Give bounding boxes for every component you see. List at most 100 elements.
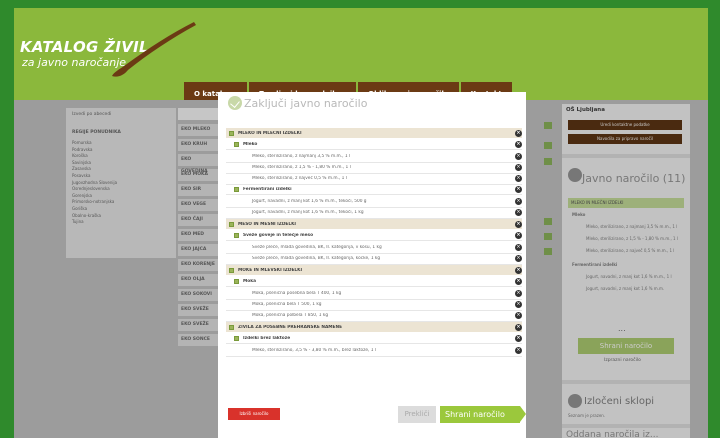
remove-icon[interactable]: × — [515, 220, 522, 228]
product-item[interactable]: EKO MOKA — [178, 169, 218, 181]
order-subcategory-row: Sveže goveje in telečje meso × — [226, 231, 522, 241]
order-subcategory-row: Izdelki brez laktoze × — [226, 334, 522, 344]
product-list: EKO MLEKO EKO KRUH EKO GOVEDINA EKO MOKA… — [178, 124, 218, 349]
excluded-lots-empty: Seznam je prazen. — [568, 413, 606, 418]
order-subcategory-row: Fermentirani izdelki × — [226, 185, 522, 195]
region-item[interactable]: Osrednjeslovenska — [72, 186, 117, 193]
modal-header: Zaključi javno naročilo — [228, 96, 367, 110]
product-item[interactable]: EKO SONCE — [178, 334, 218, 346]
region-item[interactable]: Koroška — [72, 153, 117, 160]
order-row-label: Moka, pšenična polbela T 850, 1 kg — [252, 313, 329, 319]
expand-icon[interactable] — [234, 336, 239, 341]
expand-icon[interactable] — [229, 130, 234, 136]
save-order-button[interactable]: Shrani naročilo — [440, 406, 526, 423]
delete-order-button[interactable]: Izbriši naročilo — [228, 408, 280, 420]
product-item[interactable]: EKO SOKOVI — [178, 289, 218, 301]
remove-icon[interactable]: × — [515, 255, 522, 263]
expand-icon[interactable] — [234, 142, 239, 147]
remove-icon[interactable]: × — [515, 301, 522, 309]
remove-icon[interactable]: × — [515, 186, 522, 193]
expand-icon[interactable] — [229, 221, 234, 227]
sidebar-save-button[interactable]: Shrani naročilo — [578, 338, 674, 354]
remove-icon[interactable]: × — [515, 232, 522, 239]
cancel-button[interactable]: Prekliči — [398, 406, 436, 423]
region-item[interactable]: Tujina — [72, 219, 117, 226]
remove-icon[interactable]: × — [515, 323, 522, 331]
summary-item: Mleko, sterilizirano, z 1,5 % - 1,80 % m… — [586, 236, 678, 241]
region-item[interactable]: Goriška — [72, 206, 117, 213]
add-marker[interactable] — [544, 122, 552, 129]
expand-icon[interactable] — [234, 233, 239, 238]
product-item[interactable]: EKO KRUH — [178, 139, 218, 151]
product-item[interactable]: EKO KORENJE — [178, 259, 218, 271]
remove-icon[interactable]: × — [515, 141, 522, 148]
product-item[interactable]: EKO SVEŽE — [178, 304, 218, 316]
region-item[interactable]: Zasavska — [72, 166, 117, 173]
remove-icon[interactable]: × — [515, 278, 522, 285]
remove-icon[interactable]: × — [515, 335, 522, 342]
order-row-label: Jogurt, navadni, z manj kot 1,6 % m.m., … — [252, 210, 364, 216]
clear-order-link[interactable]: Izprazni naročilo — [604, 358, 641, 363]
product-item[interactable]: EKO MED — [178, 229, 218, 241]
order-item-row: Mleko, sterilizirano, z najmanj 3,5 % m.… — [226, 152, 522, 163]
region-item[interactable]: Jugovzhodna Slovenija — [72, 180, 117, 187]
region-item[interactable]: Pomurska — [72, 140, 117, 147]
order-row-label: Sveže pleče, mlada govedina, BK, II. kat… — [252, 256, 381, 262]
remove-icon[interactable]: × — [515, 290, 522, 298]
spoon-icon — [112, 22, 196, 77]
add-marker[interactable] — [544, 158, 552, 165]
region-item[interactable]: Podravska — [72, 147, 117, 154]
region-item[interactable]: Savinjska — [72, 160, 117, 167]
order-subcategory-row: Mleko × — [226, 140, 522, 150]
edit-contact-button[interactable]: Uredi kontaktne podatke — [568, 120, 682, 130]
product-item[interactable]: EKO JAJCA — [178, 244, 218, 256]
order-category-row: ŽIVILA ZA POSEBNE PREHRANSKE NAMENE × — [226, 322, 522, 332]
region-item[interactable]: Obalno-kraška — [72, 213, 117, 220]
remove-icon[interactable]: × — [515, 129, 522, 137]
region-item[interactable]: Gorenjska — [72, 193, 117, 200]
remove-icon[interactable]: × — [515, 153, 522, 161]
remove-icon[interactable]: × — [515, 164, 522, 172]
product-item[interactable]: EKO VEGE — [178, 199, 218, 211]
remove-icon[interactable]: × — [515, 266, 522, 274]
summary-item: Jogurt, navadni, z manj kot 1,6 % m.m., … — [586, 274, 672, 279]
region-item[interactable]: Posavska — [72, 173, 117, 180]
product-item[interactable]: EKO MLEKO — [178, 124, 218, 136]
product-item[interactable]: EKO SIR — [178, 184, 218, 196]
add-marker[interactable] — [544, 233, 552, 240]
excluded-lots-box: Izločeni sklopi Seznam je prazen. — [562, 384, 690, 424]
summary-sub: Fermentirani izdelki — [572, 262, 618, 267]
region-item[interactable]: Primorsko-notranjska — [72, 199, 117, 206]
order-row-label: Sveže pleče, mlada govedina, BK, II. kat… — [252, 245, 382, 251]
summary-item: Mleko, sterilizirano, z najmanj 3,5 % m.… — [586, 224, 678, 229]
expand-icon[interactable] — [234, 187, 239, 192]
product-item[interactable]: EKO ČAJI — [178, 214, 218, 226]
add-marker[interactable] — [544, 142, 552, 149]
expand-icon[interactable] — [234, 279, 239, 284]
remove-icon[interactable]: × — [515, 347, 522, 355]
order-row-label: Izdelki brez laktoze — [243, 336, 291, 341]
remove-icon[interactable]: × — [515, 198, 522, 206]
product-item[interactable]: EKO OLJA — [178, 274, 218, 286]
remove-icon[interactable]: × — [515, 209, 522, 217]
summary-item: Mleko, sterilizirano, z največ 0,5 % m.m… — [586, 248, 675, 253]
remove-icon[interactable]: × — [515, 244, 522, 252]
order-row-label: Mleko, sterilizirano, z največ 0,5 % m.m… — [252, 176, 347, 182]
order-item-row: Sveže pleče, mlada govedina, BK, II. kat… — [226, 243, 522, 254]
remove-icon[interactable]: × — [515, 312, 522, 320]
expand-icon[interactable] — [229, 324, 234, 330]
remove-icon[interactable]: × — [515, 175, 522, 183]
order-row-label: Mleko, sterilizirano, z 1,5 % - 1,80 % m… — [252, 165, 351, 171]
order-row-label: ŽIVILA ZA POSEBNE PREHRANSKE NAMENE — [238, 324, 343, 330]
expand-icon[interactable] — [229, 267, 234, 273]
order-item-row: Mleko, sterilizirano, 3,5 % - 3,80 % m.m… — [226, 346, 522, 357]
sort-checkbox[interactable]: Izvedi po abecedi — [72, 112, 111, 117]
check-icon — [568, 394, 582, 408]
order-row-label: Mleko, sterilizirano, 3,5 % - 3,80 % m.m… — [252, 348, 377, 354]
product-item[interactable]: EKO SVEŽE — [178, 319, 218, 331]
order-row-label: Moka — [243, 279, 256, 284]
instructions-button[interactable]: Navodila za pripravo naročil — [568, 134, 682, 144]
add-marker[interactable] — [544, 248, 552, 255]
add-marker[interactable] — [544, 218, 552, 225]
product-item[interactable]: EKO GOVEDINA — [178, 154, 218, 174]
